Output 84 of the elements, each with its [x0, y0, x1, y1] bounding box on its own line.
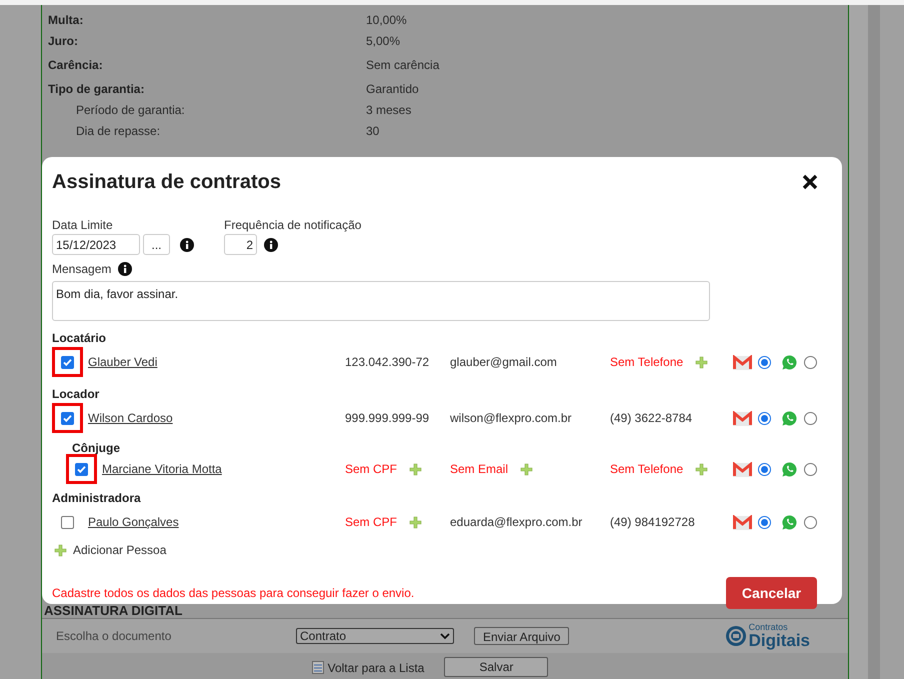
mail-icon[interactable]: [733, 354, 752, 370]
section-heading: ASSINATURA DIGITAL: [44, 603, 182, 618]
warning-message: Cadastre todos os dados das pessoas para conseguir fazer o envio.: [52, 585, 414, 602]
caret-icon: [440, 632, 450, 640]
detail-value: Garantido: [366, 81, 419, 94]
info-icon: [264, 238, 278, 252]
add-icon[interactable]: [695, 462, 708, 476]
cancel-button[interactable]: Cancelar: [726, 577, 817, 609]
missing-data-text: Sem Email: [450, 461, 508, 478]
group-heading: Cônjuge: [72, 440, 120, 457]
checkbox[interactable]: [61, 516, 74, 528]
add-icon[interactable]: [520, 462, 534, 476]
logo-text: Digitais: [748, 632, 810, 649]
back-link[interactable]: Voltar para a Lista: [328, 659, 424, 677]
info-icon: [180, 238, 194, 252]
detail-label: Tipo de garantia:: [48, 81, 146, 94]
detail-value: Sem carência: [366, 57, 440, 70]
contact-text: eduarda@flexpro.com.br: [450, 514, 582, 531]
radio-button[interactable]: [804, 356, 817, 368]
radio-button[interactable]: [758, 516, 771, 528]
field-label: Escolha o documento: [56, 628, 172, 645]
contact-text: 999.999.999-99: [345, 410, 430, 427]
chat-icon[interactable]: [782, 462, 797, 476]
logo-text: Contratos: [748, 623, 789, 632]
mail-icon[interactable]: [733, 514, 752, 530]
add-icon[interactable]: [409, 462, 422, 476]
detail-value: 3 meses: [366, 102, 412, 115]
add-icon[interactable]: [54, 544, 67, 556]
chat-icon[interactable]: [782, 410, 797, 426]
missing-data-text: Sem Telefone: [610, 354, 684, 371]
chat-icon[interactable]: [782, 354, 797, 370]
detail-value: 30: [366, 123, 380, 136]
date-field[interactable]: 15/12/2023: [52, 234, 140, 255]
info-icon: [118, 262, 132, 276]
list-icon: [312, 661, 324, 674]
chat-icon[interactable]: [782, 514, 797, 530]
contact-text: glauber@gmail.com: [450, 354, 557, 371]
detail-label: Dia de repasse:: [75, 123, 162, 136]
radio-button[interactable]: [758, 462, 771, 476]
contact-text: (49) 3622-8784: [610, 410, 692, 427]
missing-data-text: Sem CPF: [345, 514, 398, 531]
logo-icon: [724, 625, 747, 647]
frequency-field[interactable]: 2: [224, 234, 257, 255]
contact-text: (49) 984192728: [610, 514, 695, 531]
detail-label: Período de garantia:: [75, 102, 186, 115]
mail-icon[interactable]: [733, 410, 752, 426]
radio-button[interactable]: [804, 516, 817, 528]
checkbox[interactable]: [75, 462, 88, 476]
group-heading: Locatário: [52, 330, 106, 347]
date-picker-button[interactable]: ...: [143, 234, 170, 255]
person-link[interactable]: Wilson Cardoso: [88, 409, 173, 427]
checkbox[interactable]: [61, 356, 74, 368]
field-label: Data Limite: [52, 217, 114, 234]
send-file-button[interactable]: Enviar Arquivo: [474, 627, 570, 645]
radio-button[interactable]: [758, 412, 771, 424]
close-icon[interactable]: [802, 174, 818, 190]
missing-data-text: Sem Telefone: [610, 461, 684, 478]
person-link[interactable]: Paulo Gonçalves: [88, 513, 179, 531]
detail-label: Juro:: [48, 33, 79, 46]
contact-text: 123.042.390-72: [345, 354, 430, 371]
detail-label: Carência:: [48, 57, 104, 70]
person-link[interactable]: Glauber Vedi: [88, 353, 158, 371]
document-select[interactable]: Contrato: [296, 628, 454, 644]
detail-value: 10,00%: [366, 12, 407, 25]
message-field[interactable]: Bom dia, favor assinar.: [52, 281, 710, 321]
detail-value: 5,00%: [366, 33, 400, 46]
add-person-link[interactable]: Adicionar Pessoa: [73, 541, 166, 559]
detail-label: Multa:: [48, 12, 84, 25]
missing-data-text: Sem CPF: [345, 461, 398, 478]
group-heading: Locador: [52, 386, 100, 403]
add-icon[interactable]: [409, 516, 422, 528]
radio-button[interactable]: [758, 356, 771, 368]
modal-title: Assinatura de contratos: [52, 170, 281, 195]
radio-button[interactable]: [804, 462, 817, 476]
field-label: Frequência de notificação: [224, 217, 362, 234]
save-button[interactable]: Salvar: [444, 657, 548, 677]
checkbox[interactable]: [61, 412, 74, 424]
add-icon[interactable]: [695, 356, 708, 368]
person-link[interactable]: Marciane Vitoria Motta: [102, 460, 222, 478]
field-label: Mensagem: [52, 261, 112, 278]
contact-text: wilson@flexpro.com.br: [450, 410, 572, 427]
mail-icon[interactable]: [733, 462, 752, 476]
radio-button[interactable]: [804, 412, 817, 424]
group-heading: Administradora: [52, 490, 141, 507]
